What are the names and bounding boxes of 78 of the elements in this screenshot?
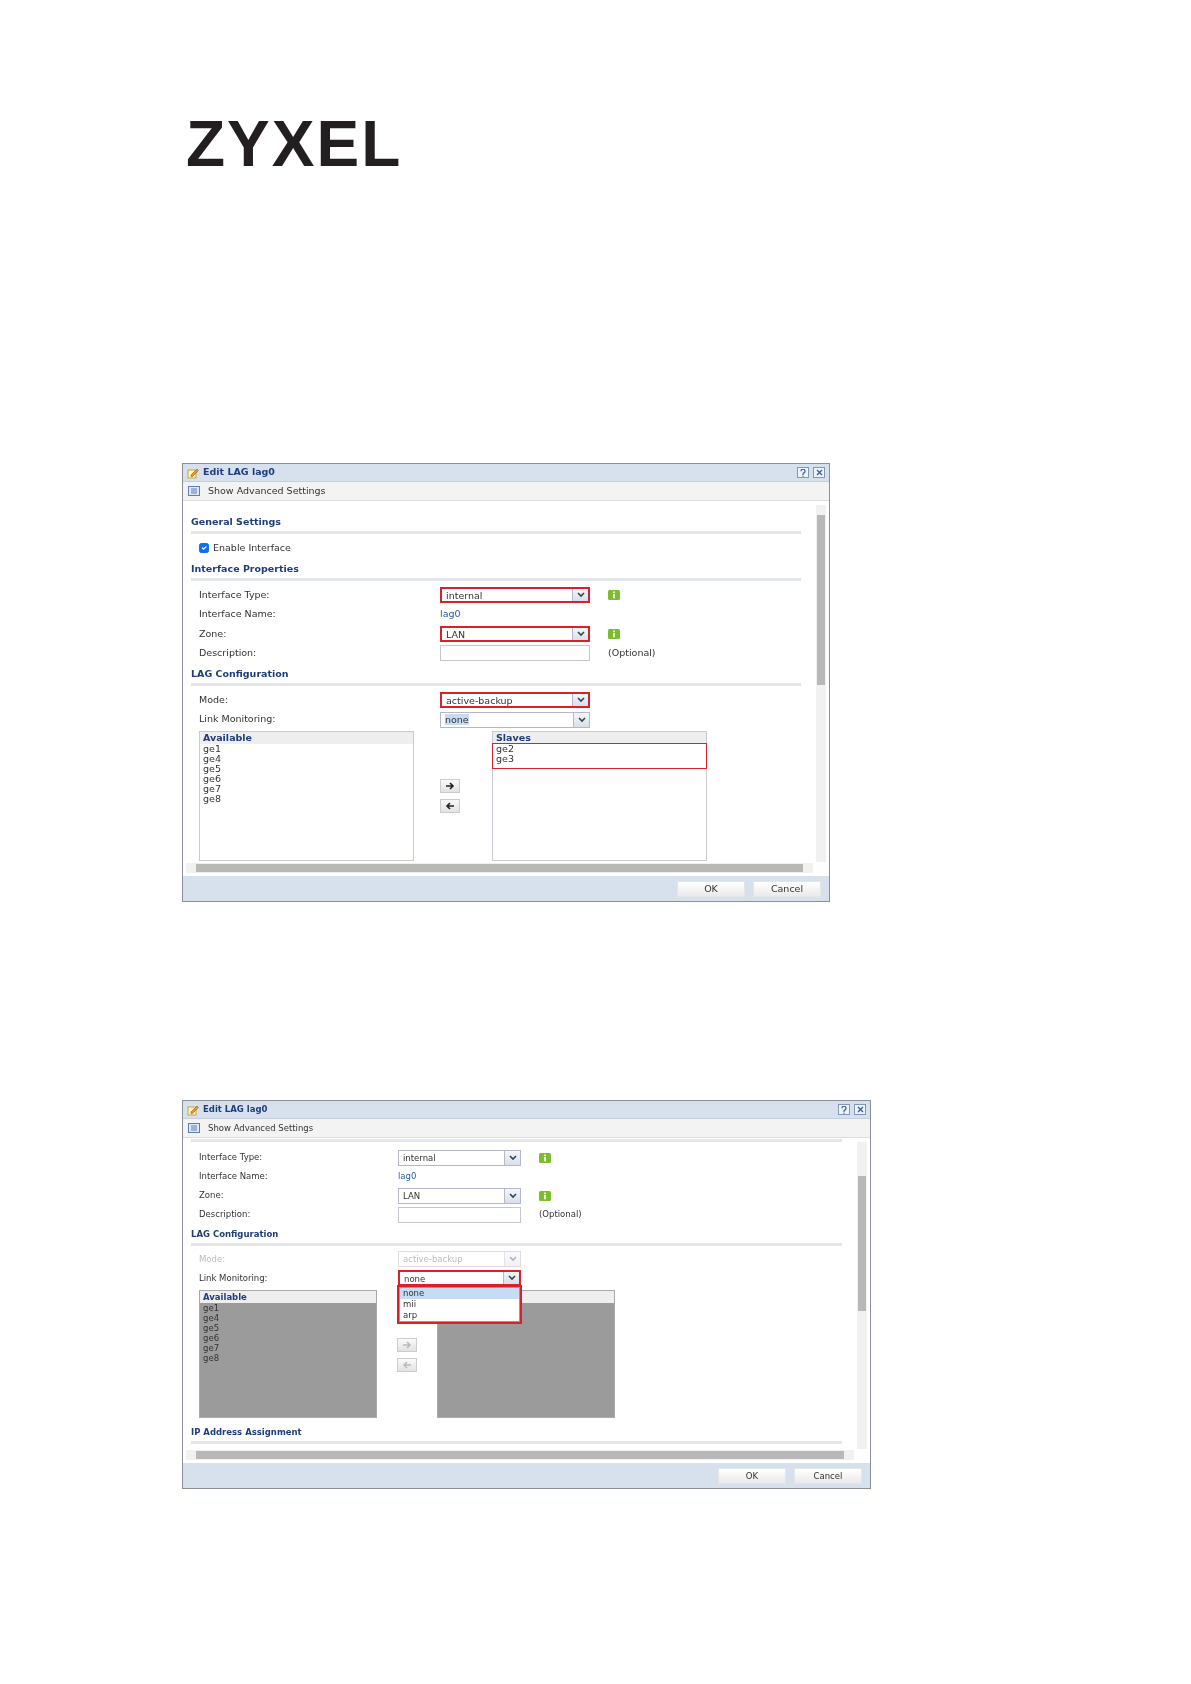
close-button[interactable] [854,1104,866,1115]
list-item[interactable]: ge7 [200,784,413,795]
vertical-scrollbar[interactable] [816,505,826,862]
optional-note: (Optional) [539,1208,582,1221]
cancel-button[interactable]: Cancel [794,1467,862,1484]
left-arrow-icon [401,1360,413,1369]
horizontal-scrollbar[interactable] [186,863,813,873]
horizontal-scrollbar[interactable] [186,1450,854,1460]
dropdown[interactable]: none [440,711,590,728]
ok-button[interactable]: OK [718,1467,786,1484]
list-header: Available [200,1290,376,1303]
list-item[interactable]: ge8 [200,794,413,805]
caret-icon [508,1256,517,1263]
dropdown[interactable]: internal [440,586,590,603]
field-label: Interface Type: [199,1151,264,1164]
field-label: Interface Name: [199,607,277,622]
advanced-settings-link[interactable]: Show Advanced Settings [208,1121,314,1135]
right-arrow-icon [444,782,456,791]
section-heading: LAG Configuration [191,1224,842,1246]
logo: ZYXEL [186,112,403,176]
list-item[interactable]: ge5 [200,764,413,775]
caret-icon [577,716,586,723]
dropdown-option[interactable]: none [400,1288,519,1300]
move-right-button[interactable] [440,779,460,794]
caret-icon [508,1192,517,1199]
settings-list-icon [188,486,200,496]
dropdown[interactable]: internal [398,1149,521,1166]
section-heading: Interface Properties [191,557,801,581]
field-label: Interface Type: [199,587,271,602]
dropdown[interactable]: active-backup [440,692,590,708]
enable-checkbox[interactable] [199,543,209,553]
dropdown[interactable]: LAN [440,625,590,642]
caret-icon [576,591,585,598]
vertical-scrollbar[interactable] [857,1142,867,1449]
caret-icon [576,630,585,637]
dropdown-option[interactable]: mii [400,1299,519,1311]
field-label: Mode: [199,1252,227,1266]
section-heading: IP Address Assignment [191,1421,842,1444]
left-arrow-icon [444,802,456,811]
cancel-button[interactable]: Cancel [753,880,821,897]
field-label: Link Monitoring: [199,1271,269,1285]
field-label: Description: [199,1208,252,1221]
dropdown-option[interactable]: arp [400,1310,519,1322]
caret-icon [508,1154,517,1161]
field-label: Zone: [199,626,228,641]
pencil-icon [187,1103,199,1116]
caret-icon [507,1275,516,1282]
settings-list-icon [188,1123,200,1133]
list-item[interactable]: ge1 [200,744,413,755]
field-label: Interface Name: [199,1170,269,1183]
ok-button[interactable]: OK [677,880,745,897]
dialog-title: Edit LAG lag0 [203,1103,269,1116]
list-item[interactable]: ge4 [200,754,413,765]
help-button[interactable] [797,467,809,478]
dropdown[interactable]: LAN [398,1187,521,1204]
field-label: Mode: [199,692,230,707]
caret-icon [576,697,585,703]
field-label: Zone: [199,1189,225,1202]
advanced-settings-link[interactable]: Show Advanced Settings [208,483,326,499]
field-label: Description: [199,646,258,661]
dialog-title: Edit LAG lag0 [203,465,276,480]
checkbox-label: Enable Interface [213,540,291,555]
interface-name-link[interactable]: lag0 [440,607,461,622]
list-header: Slaves [493,732,706,745]
section-heading: LAG Configuration [191,663,801,687]
list-item[interactable]: ge2 [493,744,706,755]
interface-name-link[interactable]: lag0 [398,1170,417,1183]
list-item[interactable]: ge6 [200,774,413,785]
optional-note: (Optional) [608,646,656,661]
list-header: Available [200,732,413,745]
right-arrow-icon [401,1340,413,1349]
pencil-icon [187,466,199,479]
help-button[interactable] [838,1104,850,1115]
list-item[interactable]: ge3 [493,754,706,765]
field-label: Link Monitoring: [199,712,277,727]
move-left-button[interactable] [440,799,460,814]
section-heading: General Settings [191,511,801,535]
close-button[interactable] [813,467,825,478]
